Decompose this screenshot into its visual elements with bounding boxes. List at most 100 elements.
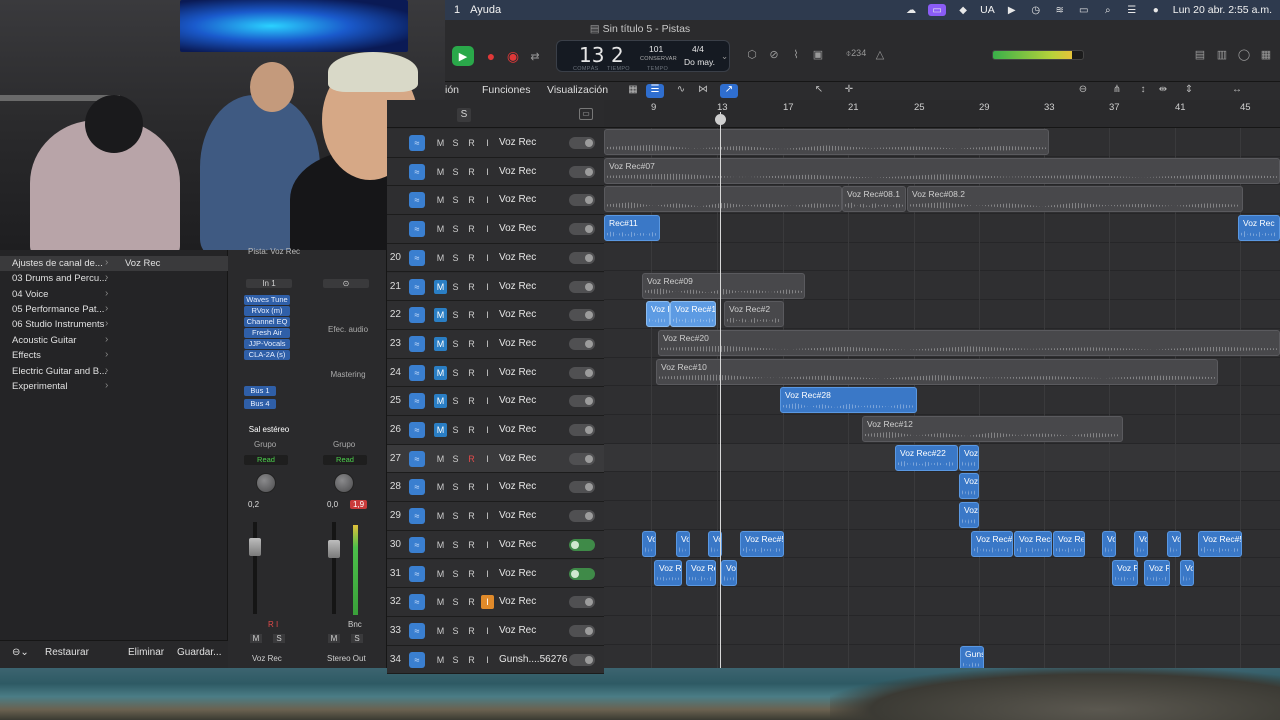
record-enable-button[interactable]: R bbox=[465, 509, 478, 523]
input-monitor-button[interactable]: I bbox=[481, 423, 494, 437]
input-monitor-button[interactable]: I bbox=[481, 366, 494, 380]
audio-region[interactable]: Voz Rec bbox=[1053, 530, 1085, 557]
automation-icon[interactable]: ∿ bbox=[672, 84, 690, 98]
mute-button[interactable]: M bbox=[434, 251, 447, 265]
solo-button[interactable]: S bbox=[449, 653, 462, 667]
input-monitor-button[interactable]: I bbox=[481, 480, 494, 494]
track-on-off-toggle[interactable] bbox=[569, 596, 595, 609]
track-name[interactable]: Voz Rec bbox=[499, 568, 536, 579]
count-in-display[interactable]: ⌽234 bbox=[844, 48, 868, 62]
notepad-icon[interactable]: ▥ bbox=[1214, 48, 1230, 62]
audio-region[interactable]: Voz Rec#10 bbox=[656, 358, 1218, 385]
track-name[interactable]: Voz Rec bbox=[499, 338, 536, 349]
record-enable-button[interactable]: R bbox=[465, 538, 478, 552]
track-name[interactable]: Voz Rec bbox=[499, 453, 536, 464]
track-lane[interactable] bbox=[604, 501, 1280, 530]
library-patch-selected[interactable]: Voz Rec bbox=[125, 258, 160, 269]
automation-mode-out[interactable]: Read bbox=[323, 455, 367, 465]
input-monitor-button[interactable]: I bbox=[481, 222, 494, 236]
mute-button[interactable]: M bbox=[434, 222, 447, 236]
cloud-icon[interactable]: ☁ bbox=[904, 4, 918, 16]
fit-icon[interactable]: ⇹ bbox=[1154, 84, 1172, 98]
mute-button[interactable]: M bbox=[434, 423, 447, 437]
audio-region[interactable]: Voz Rec bbox=[1238, 215, 1280, 242]
solo-button[interactable]: S bbox=[449, 423, 462, 437]
group-slot[interactable]: Grupo bbox=[254, 440, 276, 449]
track-header[interactable]: 30 ≈ M S R I Voz Rec bbox=[387, 530, 604, 560]
track-on-off-toggle[interactable] bbox=[569, 395, 595, 408]
group-slot-out[interactable]: Grupo bbox=[333, 440, 355, 449]
library-item[interactable]: Effects bbox=[12, 350, 41, 361]
menu-item-window[interactable]: 1 bbox=[454, 4, 460, 16]
solo-button[interactable]: S bbox=[449, 193, 462, 207]
time-machine-icon[interactable]: ◷ bbox=[1029, 4, 1043, 16]
track-on-off-toggle[interactable] bbox=[569, 223, 595, 236]
mute-button[interactable]: M bbox=[434, 538, 447, 552]
audio-region[interactable]: Voz Rec# bbox=[1014, 530, 1052, 557]
track-header[interactable]: 28 ≈ M S R I Voz Rec bbox=[387, 473, 604, 503]
volume-fader[interactable] bbox=[249, 538, 261, 556]
record-input-buttons[interactable]: R I bbox=[268, 620, 278, 629]
track-header[interactable]: 31 ≈ M S R I Voz Rec bbox=[387, 559, 604, 589]
solo-button[interactable]: S bbox=[449, 280, 462, 294]
pan-knob[interactable] bbox=[256, 473, 276, 493]
record-button[interactable]: ◉ bbox=[502, 46, 524, 66]
track-lane[interactable] bbox=[604, 587, 1280, 616]
automation-mode[interactable]: Read bbox=[244, 455, 288, 465]
track-header[interactable]: 29 ≈ M S R I Voz Rec bbox=[387, 502, 604, 531]
track-on-off-toggle[interactable] bbox=[569, 309, 595, 322]
library-action-icon[interactable]: ⊖⌄ bbox=[12, 647, 29, 658]
track-lane[interactable] bbox=[604, 214, 1280, 243]
solo-button[interactable]: S bbox=[449, 366, 462, 380]
audio-region[interactable]: Guns bbox=[960, 645, 984, 668]
input-monitor-button[interactable]: I bbox=[481, 624, 494, 638]
audio-region[interactable]: Voz R bbox=[646, 301, 670, 328]
audio-region[interactable]: Voz Rec#09 bbox=[642, 272, 805, 299]
track-name[interactable]: Voz Rec bbox=[499, 625, 536, 636]
record-enable-button[interactable]: R bbox=[465, 193, 478, 207]
track-on-off-toggle[interactable] bbox=[569, 510, 595, 523]
input-monitor-button[interactable]: I bbox=[481, 452, 494, 466]
track-on-off-toggle[interactable] bbox=[569, 337, 595, 350]
solo-button[interactable]: S bbox=[449, 308, 462, 322]
track-header[interactable]: 32 ≈ M S R I Voz Rec bbox=[387, 588, 604, 617]
stop-record-icon[interactable]: ● bbox=[480, 46, 502, 66]
height-icon[interactable]: ⇕ bbox=[1180, 84, 1198, 98]
battery-icon[interactable]: ▭ bbox=[1077, 4, 1091, 16]
bar-ruler[interactable]: 9 13 17 21 25 29 33 37 41 45 bbox=[604, 100, 1280, 128]
track-header[interactable]: ≈ M S R I Voz Rec bbox=[387, 186, 604, 216]
audio-region[interactable]: Voz Rec#28 bbox=[780, 387, 917, 414]
track-name[interactable]: Voz Rec bbox=[499, 223, 536, 234]
solo-button[interactable]: S bbox=[449, 222, 462, 236]
track-on-off-toggle[interactable] bbox=[569, 653, 595, 666]
track-on-off-toggle[interactable] bbox=[569, 624, 595, 637]
delete-button[interactable]: Eliminar bbox=[128, 647, 164, 658]
solo-button[interactable]: S bbox=[449, 337, 462, 351]
record-enable-button[interactable]: R bbox=[465, 480, 478, 494]
audio-region[interactable]: Vo bbox=[1180, 559, 1194, 586]
audio-region[interactable]: Voz Rec#22 bbox=[895, 444, 958, 471]
menu-item-help[interactable]: Ayuda bbox=[470, 4, 501, 16]
record-enable-button[interactable]: R bbox=[465, 394, 478, 408]
record-enable-button[interactable]: R bbox=[465, 452, 478, 466]
mastering-slot[interactable]: Mastering bbox=[326, 370, 370, 379]
cycle-button[interactable]: ⇄ bbox=[524, 46, 546, 66]
record-enable-button[interactable]: R bbox=[465, 366, 478, 380]
library-item[interactable]: 05 Performance Pat... bbox=[12, 304, 104, 315]
record-enable-button[interactable]: R bbox=[465, 595, 478, 609]
mute-button[interactable]: M bbox=[434, 165, 447, 179]
vpn-icon[interactable]: ◆ bbox=[956, 4, 970, 16]
audio-region[interactable]: Voz Rec#1 bbox=[670, 301, 716, 328]
pan-knob-out[interactable] bbox=[334, 473, 354, 493]
audio-region[interactable]: Voz Rec#07 bbox=[604, 157, 1280, 184]
solo-button[interactable]: S bbox=[449, 509, 462, 523]
pointer-tool-icon[interactable]: ↖ bbox=[810, 84, 828, 98]
library-item[interactable]: 03 Drums and Percu... bbox=[12, 273, 107, 284]
count-in-icon[interactable]: ⌇ bbox=[788, 48, 804, 62]
track-name[interactable]: Voz Rec bbox=[499, 252, 536, 263]
playhead-handle[interactable] bbox=[715, 114, 726, 125]
record-enable-button[interactable]: R bbox=[465, 624, 478, 638]
mute-button[interactable]: M bbox=[434, 509, 447, 523]
metronome-click-icon[interactable]: △ bbox=[872, 48, 888, 62]
audio-region[interactable]: Voz bbox=[959, 502, 979, 529]
